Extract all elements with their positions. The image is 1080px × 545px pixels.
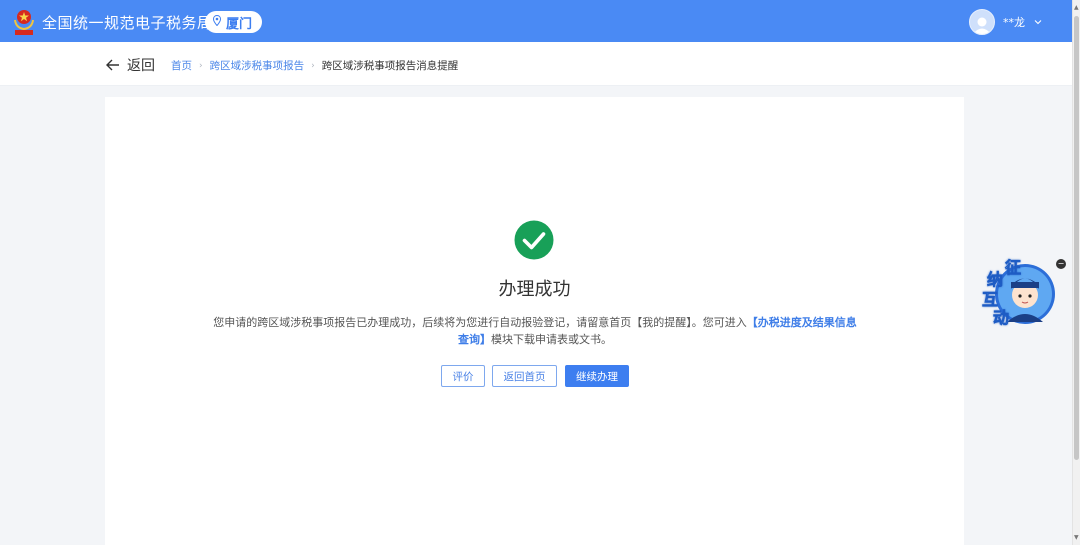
chevron-right-icon: ›	[199, 60, 203, 71]
breadcrumb-current: 跨区域涉税事项报告消息提醒	[321, 60, 459, 72]
user-menu[interactable]: **龙	[969, 9, 1042, 35]
check-circle-icon	[514, 220, 554, 264]
city-label: 厦门	[226, 16, 253, 32]
widget-char: 征	[1005, 258, 1022, 278]
location-pin-icon	[212, 14, 222, 30]
breadcrumb-home[interactable]: 首页	[171, 58, 192, 73]
back-home-button[interactable]: 返回首页	[492, 365, 557, 387]
app-title: 全国统一规范电子税务局	[42, 14, 213, 32]
result-message-text-end: 模块下载申请表或文书。	[491, 333, 612, 346]
interaction-widget[interactable]: 征 纳 互 动 −	[979, 252, 1066, 330]
chevron-right-icon: ›	[311, 60, 315, 71]
widget-close-button[interactable]: −	[1056, 259, 1066, 269]
action-buttons: 评价 返回首页 继续办理	[441, 365, 629, 387]
scrollbar-thumb[interactable]	[1074, 16, 1079, 460]
result-card: 办理成功 您申请的跨区域涉税事项报告已办理成功，后续将为您进行自动报验登记，请留…	[105, 97, 964, 545]
top-bar: 全国统一规范电子税务局 厦门 **龙	[0, 0, 1072, 42]
tax-emblem-logo	[12, 8, 36, 36]
result-message-text: 您申请的跨区域涉税事项报告已办理成功，后续将为您进行自动报验登记，请留意首页【我…	[213, 316, 747, 329]
scroll-up-icon[interactable]: ▲	[1074, 4, 1079, 11]
breadcrumb: 首页 › 跨区域涉税事项报告 › 跨区域涉税事项报告消息提醒	[171, 58, 458, 73]
widget-char: 动	[993, 308, 1010, 328]
back-label: 返回	[127, 58, 155, 74]
user-name: **龙	[1003, 16, 1025, 29]
result-message: 您申请的跨区域涉税事项报告已办理成功，后续将为您进行自动报验登记，请留意首页【我…	[209, 314, 861, 348]
user-avatar-icon	[969, 9, 995, 35]
city-selector[interactable]: 厦门	[205, 11, 263, 33]
nav-bar: 返回 首页 › 跨区域涉税事项报告 › 跨区域涉税事项报告消息提醒	[0, 42, 1072, 86]
breadcrumb-parent[interactable]: 跨区域涉税事项报告	[210, 58, 305, 73]
arrow-left-icon	[106, 56, 120, 75]
evaluate-button[interactable]: 评价	[441, 365, 485, 387]
scrollbar[interactable]: ▲ ▼	[1072, 0, 1080, 545]
scroll-down-icon[interactable]: ▼	[1074, 534, 1079, 541]
continue-button[interactable]: 继续办理	[565, 365, 629, 387]
chevron-down-icon	[1034, 17, 1042, 28]
result-title: 办理成功	[498, 279, 571, 300]
back-button[interactable]: 返回	[106, 55, 155, 75]
